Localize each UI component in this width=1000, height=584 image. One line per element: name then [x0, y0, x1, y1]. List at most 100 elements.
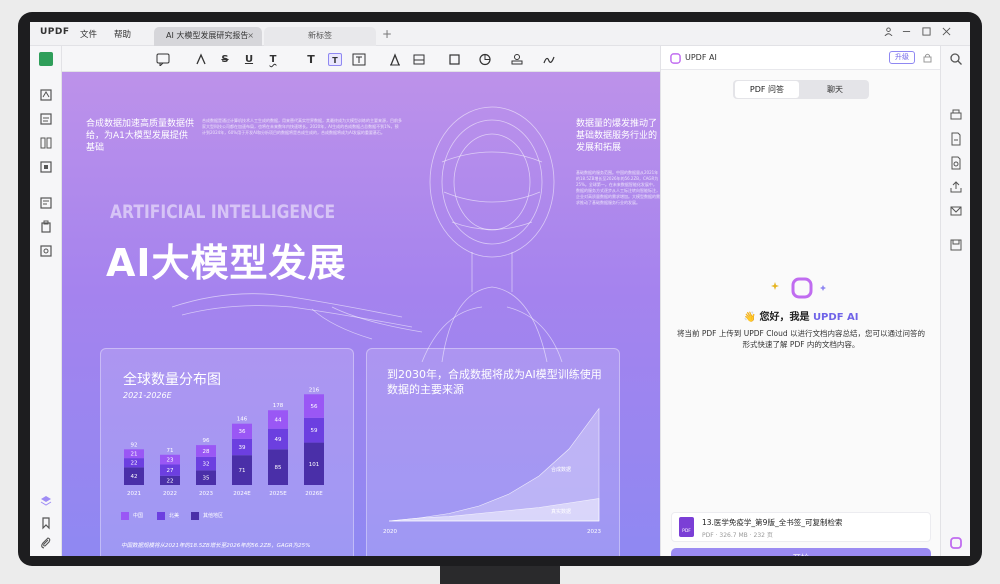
legend-swatch-china — [121, 512, 129, 520]
tab-label: 新标签 — [308, 31, 332, 40]
search-icon[interactable] — [949, 52, 963, 66]
bar-total-label: 92 — [131, 442, 138, 448]
bar-value-label: 27 — [167, 468, 174, 474]
squiggly-icon[interactable]: T — [266, 53, 280, 66]
text-callout-icon[interactable] — [352, 53, 366, 66]
bar-total-label: 96 — [203, 438, 210, 444]
maximize-icon[interactable] — [922, 27, 931, 39]
bar-chart-footer: 中国数据规模将从2021年的18.5ZB增长至2026年的56.2ZB，GAGR… — [121, 543, 311, 549]
legend-label: 其他地区 — [203, 513, 224, 519]
area-chart: 合成数据真实数据 — [388, 407, 600, 522]
lock-icon[interactable] — [923, 53, 932, 63]
ai-greeting: 👋 您好，我是 UPDF AI — [661, 308, 941, 323]
bar-value-label: 35 — [203, 476, 210, 482]
bar-value-label: 56 — [311, 404, 318, 410]
updf-logo: UPDF — [40, 27, 70, 37]
bar-value-label: 22 — [131, 461, 138, 467]
english-title: ARTIFICIAL INTELLIGENCE — [110, 201, 336, 223]
bar-value-label: 42 — [131, 474, 138, 480]
account-icon[interactable] — [884, 27, 893, 39]
organize-pages-icon[interactable] — [39, 136, 53, 150]
comment-icon[interactable] — [156, 53, 170, 66]
reader-mode-icon[interactable] — [39, 52, 53, 66]
ocr-icon[interactable] — [39, 196, 53, 210]
file-meta: PDF · 326.7 MB · 232 页 — [702, 532, 773, 539]
start-button[interactable]: 开始 — [671, 548, 931, 556]
tab-document[interactable]: AI 大模型发展研究报告 × — [154, 27, 262, 46]
protect-icon[interactable] — [39, 220, 53, 234]
monitor-stand — [440, 566, 560, 584]
bar-category-label: 2025E — [269, 491, 287, 497]
upgrade-button[interactable]: 升级 — [889, 51, 915, 64]
bar-value-label: 59 — [311, 428, 318, 434]
save-icon[interactable] — [949, 238, 963, 252]
ai-sparkle-icon — [771, 277, 826, 299]
shape-icon[interactable] — [448, 53, 462, 66]
bar-value-label: 85 — [275, 465, 282, 471]
eraser-icon[interactable] — [412, 53, 426, 66]
left-section-body: 合成数据是通过计算机技术人工生成的数据，用来替代真实世界数据，其最终成为大模型训… — [202, 118, 402, 135]
bar-total-label: 178 — [273, 403, 284, 409]
form-icon[interactable] — [39, 160, 53, 174]
layers-icon[interactable] — [39, 494, 53, 508]
ai-mode-switch: PDF 问答 聊天 — [733, 80, 869, 99]
bookmark-icon[interactable] — [39, 516, 53, 530]
email-icon[interactable] — [949, 204, 963, 218]
minimize-icon[interactable] — [902, 27, 911, 39]
bar-value-label: 32 — [203, 462, 210, 468]
underline-icon[interactable]: U — [242, 53, 256, 66]
stamp-icon[interactable] — [510, 53, 524, 66]
pencil-icon[interactable] — [388, 53, 402, 66]
text-icon[interactable]: T — [304, 53, 318, 66]
legend-label: 北美 — [169, 513, 180, 519]
new-tab-button[interactable]: + — [382, 27, 392, 41]
tab-new[interactable]: 新标签 — [264, 27, 376, 46]
area-x-start: 2020 — [383, 529, 397, 535]
bar-value-label: 49 — [275, 437, 282, 443]
bar-category-label: 2022 — [163, 491, 177, 497]
attachment-icon[interactable] — [39, 536, 53, 550]
bar-total-label: 146 — [237, 417, 248, 423]
legend-swatch-north-america — [157, 512, 165, 520]
tab-pdf-qa[interactable]: PDF 问答 — [735, 81, 799, 98]
ai-panel-header: UPDF AI 升级 — [661, 46, 941, 70]
print-icon[interactable] — [949, 108, 963, 122]
app-window: UPDF 文件 帮助 AI 大模型发展研究报告 × 新标签 + S U T T … — [30, 22, 970, 556]
share-icon[interactable] — [949, 180, 963, 194]
robot-hand-illustration — [172, 293, 423, 340]
textbox-icon[interactable]: T — [328, 53, 342, 66]
menu-help[interactable]: 帮助 — [114, 28, 131, 40]
title-bar: UPDF 文件 帮助 AI 大模型发展研究报告 × 新标签 + — [30, 22, 970, 46]
sticker-icon[interactable] — [478, 53, 492, 66]
bar-category-label: 2021 — [127, 491, 141, 497]
highlighter-icon[interactable] — [194, 53, 208, 66]
selected-file-card[interactable]: PDF 13.医学免疫学_第9版_全书签_可复制检索 PDF · 326.7 M… — [671, 512, 931, 542]
comment-mode-icon[interactable] — [39, 88, 53, 102]
bar-category-label: 2026E — [305, 491, 323, 497]
ai-panel-title: UPDF AI — [685, 53, 717, 62]
annotation-toolbar: S U T T T — [62, 46, 660, 72]
strikethrough-icon[interactable]: S — [218, 53, 232, 66]
tab-label: AI 大模型发展研究报告 — [166, 31, 249, 40]
area-chart-card: 到2030年，合成数据将成为AI模型训练使用数据的主要来源 合成数据 真实数据 2… — [366, 348, 620, 556]
bar-chart: 42 22 21 92 2021 22 27 23 71 2022 35 32 28 96 2023 71 39… — [124, 387, 324, 497]
tab-close-icon[interactable]: × — [247, 27, 254, 45]
compress-icon[interactable] — [949, 156, 963, 170]
updf-ai-logo-icon — [670, 53, 681, 64]
signature-icon[interactable] — [542, 53, 556, 66]
ai-assistant-icon[interactable] — [949, 536, 963, 550]
bar-value-label: 22 — [167, 478, 174, 484]
convert-icon[interactable] — [949, 132, 963, 146]
bar-value-label: 39 — [239, 445, 246, 451]
legend-label: 中国 — [133, 513, 144, 519]
menu-file[interactable]: 文件 — [80, 28, 97, 40]
right-tool-rail — [940, 46, 970, 556]
tab-chat[interactable]: 聊天 — [803, 81, 867, 98]
ai-greeting-prefix: 👋 您好，我是 — [743, 312, 813, 323]
page-tools-icon[interactable] — [39, 244, 53, 258]
edit-pdf-icon[interactable] — [39, 112, 53, 126]
bar-value-label: 101 — [309, 462, 320, 468]
chinese-title: AI大模型发展 — [106, 241, 347, 285]
bar-value-label: 21 — [131, 452, 138, 458]
close-window-icon[interactable] — [942, 27, 951, 39]
